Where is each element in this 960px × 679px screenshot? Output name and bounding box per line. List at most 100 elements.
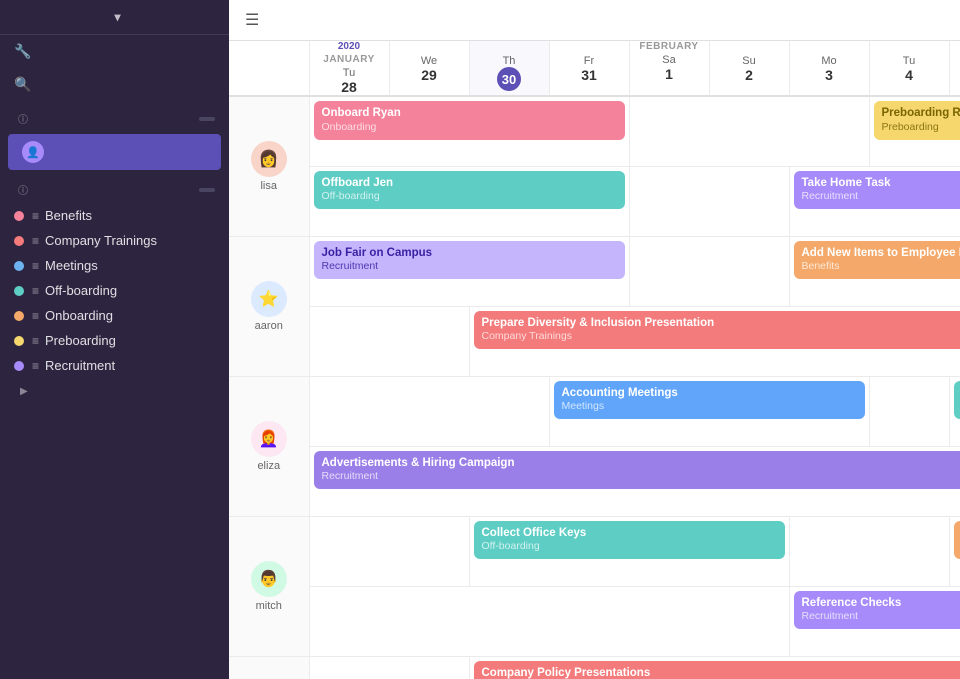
task-card[interactable]: Advertisements & Hiring Campaign Recruit…: [314, 451, 960, 490]
month-label: JANUARY: [310, 54, 389, 65]
avatar-name: mitch: [256, 600, 282, 612]
person-row-lisa-0: 👩 lisa Onboard Ryan Onboarding Preboardi…: [229, 96, 960, 166]
empty-task-cell: [789, 516, 949, 586]
avatar-cell-eliza: 👩‍🦰 eliza: [229, 376, 309, 516]
task-card[interactable]: Accounting Meetings Meetings: [554, 381, 865, 420]
avatar-col-header: [229, 41, 309, 96]
task-card[interactable]: Job Fair on Campus Recruitment: [314, 241, 625, 280]
day-num: 5: [950, 67, 960, 83]
day-num: 1: [630, 66, 709, 82]
task-card[interactable]: Collect Office Keys Off-boarding: [474, 521, 785, 560]
avatar-wrap: 👩‍🦰 eliza: [233, 421, 305, 472]
plan-item-company-trainings[interactable]: ≡ Company Trainings: [0, 228, 229, 253]
date-col-31: Fr31: [549, 41, 629, 96]
task-card[interactable]: Onboard Ryan Onboarding: [314, 101, 625, 140]
person-row-laura-0: 👩‍🦱 laura Company Policy Presentations C…: [229, 656, 960, 679]
empty-task-cell: [629, 236, 789, 306]
plans-list: ≡ Benefits ≡ Company Trainings ≡ Meeting…: [0, 203, 229, 378]
archived-arrow: ▶: [20, 386, 28, 397]
hr-team-item[interactable]: 👤: [8, 134, 221, 170]
list-icon: ≡: [32, 284, 39, 298]
task-card[interactable]: Offboard Jen Off-boarding: [314, 171, 625, 210]
plan-item-meetings[interactable]: ≡ Meetings: [0, 253, 229, 278]
task-cell: Advertisements & Hiring Campaign Recruit…: [309, 446, 960, 516]
task-card[interactable]: Onboard Max Onboarding: [954, 521, 960, 560]
avatar-cell-laura: 👩‍🦱 laura: [229, 656, 309, 679]
empty-task-cell: [629, 96, 869, 166]
new-team-button[interactable]: [199, 117, 215, 121]
task-subtitle: Onboarding: [322, 121, 617, 135]
plan-dot: [14, 211, 24, 221]
settings-icon: 🔧: [14, 43, 31, 60]
date-col-4: Tu4: [869, 41, 949, 96]
task-card[interactable]: Company Policy Presentations Company Tra…: [474, 661, 960, 679]
plan-name: Company Trainings: [45, 233, 157, 248]
plan-dot: [14, 286, 24, 296]
task-card[interactable]: Add New Items to Employee Handbook Benef…: [794, 241, 960, 280]
avatar-cell-mitch: 👨 mitch: [229, 516, 309, 656]
task-card[interactable]: Take Home Task Recruitment: [794, 171, 960, 210]
plan-name: Benefits: [45, 208, 92, 223]
task-subtitle: Recruitment: [802, 610, 960, 624]
task-subtitle: Off-boarding: [322, 190, 617, 204]
task-title: Company Policy Presentations: [482, 666, 960, 679]
task-title: Onboard Ryan: [322, 106, 617, 121]
plan-name: Recruitment: [45, 358, 115, 373]
plan-dot: [14, 236, 24, 246]
date-header: 2020JANUARYTu28We29Th30Fr31FEBRUARYSa1Su…: [229, 41, 960, 96]
avatar-name: aaron: [255, 320, 283, 332]
task-card[interactable]: Prepare End of Contract Off-boarding: [954, 381, 960, 420]
person-row-lisa-1: Offboard Jen Off-boarding Take Home Task…: [229, 166, 960, 236]
avatar-name: lisa: [260, 180, 277, 192]
avatar-cell-lisa: 👩 lisa: [229, 96, 309, 236]
task-subtitle: Recruitment: [802, 190, 960, 204]
plan-item-onboarding[interactable]: ≡ Onboarding: [0, 303, 229, 328]
task-subtitle: Company Trainings: [482, 330, 960, 344]
task-cell: Onboard Max Onboarding: [949, 516, 960, 586]
task-title: Prepare Diversity & Inclusion Presentati…: [482, 316, 960, 331]
workspace-header[interactable]: ▾: [0, 0, 229, 35]
plan-item-off-boarding[interactable]: ≡ Off-boarding: [0, 278, 229, 303]
task-cell: Prepare Diversity & Inclusion Presentati…: [469, 306, 960, 376]
task-card[interactable]: Reference Checks Recruitment: [794, 591, 960, 630]
avatar-circle: 👩: [251, 141, 287, 177]
task-card[interactable]: Preboarding Ryan Preboarding: [874, 101, 960, 140]
plan-item-benefits[interactable]: ≡ Benefits: [0, 203, 229, 228]
empty-task-cell: [309, 306, 469, 376]
task-cell: Onboard Ryan Onboarding: [309, 96, 629, 166]
task-cell: Take Home Task Recruitment: [789, 166, 960, 236]
avatar-circle: 👩‍🦰: [251, 421, 287, 457]
task-card[interactable]: Prepare Diversity & Inclusion Presentati…: [474, 311, 960, 350]
workspace-chevron: ▾: [115, 10, 218, 24]
list-icon: ≡: [32, 234, 39, 248]
archived-plans[interactable]: ▶: [0, 378, 229, 405]
day-num-today: 30: [497, 67, 521, 91]
empty-task-cell: [869, 376, 949, 446]
day-name: Tu: [310, 67, 389, 79]
plans-info-icon: ⓘ: [18, 182, 29, 197]
task-cell: Company Policy Presentations Company Tra…: [469, 656, 960, 679]
list-icon: ≡: [32, 209, 39, 223]
task-title: Reference Checks: [802, 596, 960, 611]
task-subtitle: Recruitment: [322, 470, 960, 484]
sidebar-item-settings[interactable]: 🔧: [0, 35, 229, 68]
empty-task-cell: [309, 586, 789, 656]
task-cell: Offboard Jen Off-boarding: [309, 166, 629, 236]
list-icon: ≡: [32, 334, 39, 348]
empty-task-cell: [629, 166, 789, 236]
person-row-eliza-0: 👩‍🦰 eliza Accounting Meetings Meetings P…: [229, 376, 960, 446]
day-num: 4: [870, 67, 949, 83]
menu-icon[interactable]: ☰: [245, 10, 259, 30]
new-plan-button[interactable]: [199, 188, 215, 192]
date-col-29: We29: [389, 41, 469, 96]
task-title: Add New Items to Employee Handbook: [802, 246, 960, 261]
avatar-circle: ⭐: [251, 281, 287, 317]
day-name: Mo: [790, 55, 869, 67]
person-row-mitch-0: 👨 mitch Collect Office Keys Off-boarding…: [229, 516, 960, 586]
sidebar-item-search[interactable]: 🔍: [0, 68, 229, 101]
plan-item-preboarding[interactable]: ≡ Preboarding: [0, 328, 229, 353]
plan-item-recruitment[interactable]: ≡ Recruitment: [0, 353, 229, 378]
main-area: ☰ 2020JANUARYTu28We29Th30Fr31FEBRUARYSa1…: [229, 0, 960, 679]
task-title: Preboarding Ryan: [882, 106, 960, 121]
task-cell: Collect Office Keys Off-boarding: [469, 516, 789, 586]
